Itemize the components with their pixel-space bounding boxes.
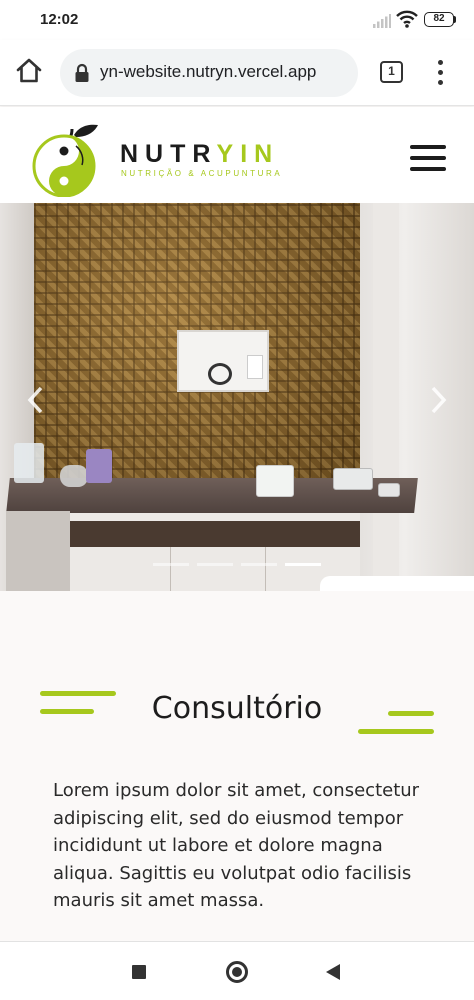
signal-icon — [373, 14, 391, 28]
brand-name-dark: NUTR — [120, 140, 217, 168]
brand-name: NUTRYIN — [120, 140, 279, 169]
status-bar: 12:02 82 — [0, 0, 474, 40]
carousel-photo-drawer-line — [265, 547, 266, 591]
section-title: Consultório — [151, 691, 323, 726]
carousel-photo-scale — [333, 468, 373, 490]
carousel-photo-counter-band — [70, 521, 360, 547]
decorative-line — [388, 711, 434, 716]
home-circle-icon[interactable] — [226, 961, 248, 983]
yin-yang-apple-logo[interactable] — [28, 121, 100, 197]
battery-icon: 82 — [424, 12, 454, 27]
image-carousel[interactable] — [0, 203, 474, 591]
battery-level: 82 — [433, 13, 445, 24]
carousel-indicators — [153, 563, 323, 569]
carousel-photo-wall-strip — [373, 203, 399, 591]
hamburger-menu-icon[interactable] — [410, 145, 448, 173]
back-triangle-icon[interactable] — [326, 964, 340, 980]
battery-tip — [453, 16, 456, 23]
carousel-photo-container — [14, 443, 44, 483]
more-vert-icon[interactable] — [430, 60, 450, 86]
carousel-photo-machine — [256, 465, 294, 497]
carousel-photo-item — [378, 483, 400, 497]
address-bar[interactable]: yn-website.nutryn.vercel.app — [60, 49, 358, 97]
carousel-photo-cabinet — [6, 511, 70, 591]
site-header: NUTRYIN NUTRIÇÃO & ACUPUNTURA — [0, 107, 474, 203]
carousel-photo-outlet — [247, 355, 263, 379]
home-icon[interactable] — [14, 56, 44, 86]
recents-icon[interactable] — [132, 965, 146, 979]
chevron-right-icon[interactable] — [426, 383, 450, 417]
brand-subtitle: NUTRIÇÃO & ACUPUNTURA — [121, 169, 283, 178]
status-time: 12:02 — [40, 11, 79, 28]
wifi-icon — [396, 10, 418, 28]
lock-icon — [75, 63, 89, 82]
tabs-button[interactable]: 1 — [380, 61, 403, 83]
carousel-photo-drawer-line — [170, 547, 171, 591]
section-body-text: Lorem ipsum dolor sit amet, consectetur … — [53, 780, 420, 911]
consultorio-section: Consultório Lorem ipsum dolor sit amet, … — [0, 591, 474, 941]
carousel-photo-bed — [320, 576, 474, 591]
carousel-photo-jar — [60, 465, 88, 487]
brand-name-green: YIN — [216, 140, 280, 168]
carousel-indicator[interactable] — [241, 563, 277, 566]
carousel-indicator[interactable] — [197, 563, 233, 566]
url-text[interactable]: yn-website.nutryn.vercel.app — [100, 62, 316, 82]
tab-count: 1 — [388, 64, 395, 78]
carousel-photo-device — [208, 363, 232, 385]
carousel-indicator[interactable] — [153, 563, 189, 566]
decorative-line — [358, 729, 434, 734]
chevron-left-icon[interactable] — [24, 383, 48, 417]
carousel-indicator-active[interactable] — [285, 563, 321, 566]
browser-toolbar: yn-website.nutryn.vercel.app 1 — [0, 40, 474, 106]
carousel-photo-box — [86, 449, 112, 483]
phone-screen: 12:02 82 yn-website.nutryn.vercel.app 1 … — [0, 0, 474, 1000]
system-nav-bar — [0, 941, 474, 1000]
